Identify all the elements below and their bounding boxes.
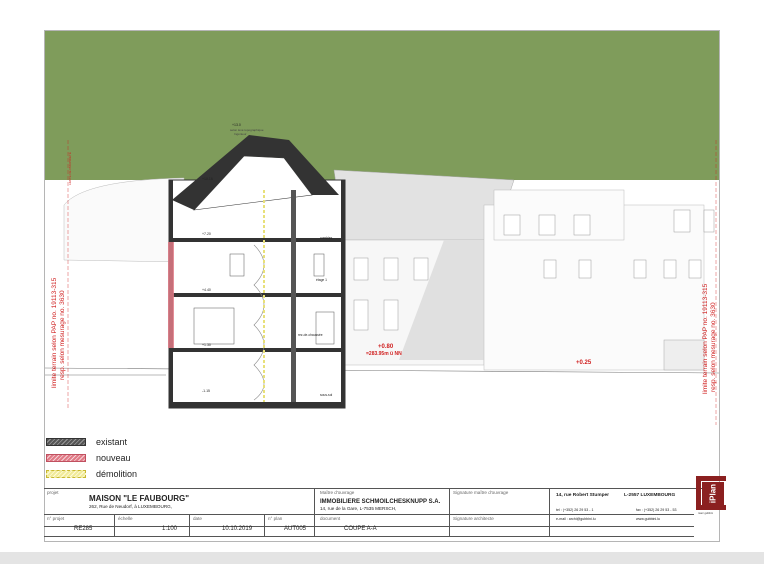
projet-title: MAISON "LE FAUBOURG": [89, 494, 190, 503]
legend-label: nouveau: [96, 453, 131, 463]
label-level-1: +10.16: [202, 177, 213, 181]
label-level-4: +1.30: [202, 343, 211, 347]
no-plan-value: AUT005: [284, 526, 307, 532]
legend-item-existant: existant: [46, 436, 246, 448]
label-limit-tag: LIMITE DE PROPRIÉTÉ: [67, 152, 72, 185]
logo-text: iPlan: [708, 483, 718, 504]
garage-door: [663, 339, 705, 371]
architect-phone: tel : (+352) 26 29 53 - 1: [556, 508, 594, 512]
label-ground-level: +0.80: [378, 344, 394, 350]
no-projet-value: RE285: [74, 526, 93, 532]
date-label: date: [193, 516, 202, 521]
legend-swatch: [46, 454, 86, 462]
projet-label: projet: [47, 490, 59, 495]
label-level-5: -1.15: [202, 389, 210, 393]
label-room-3: rez-de-chaussée: [298, 333, 323, 337]
bottom-strip: [0, 552, 764, 564]
echelle-value: 1:100: [162, 526, 178, 532]
left-building-roof: [63, 177, 185, 263]
architect-city: L-2557 LUXEMBOURG: [624, 493, 676, 498]
date-value: 10.10.2019: [222, 526, 253, 532]
label-limit-right: limite terrain selon PAP no. 19113-315: [702, 283, 709, 394]
legend-swatch: [46, 438, 86, 446]
label-room-4: sous-sol: [320, 393, 333, 397]
architect-logo: iPlan marc gubbini: [696, 476, 730, 518]
maitre-label: Maître d'ouvrage: [320, 490, 355, 495]
label-ridge: +13.0: [232, 123, 241, 127]
maitre-address: 14, rue de la Gare, L-7535 MERSCH,: [320, 506, 397, 511]
label-room-1: combles: [320, 236, 333, 240]
label-level-3: +4.40: [202, 288, 211, 292]
label-ridge-sub2: Ingénieur: [234, 132, 247, 136]
legend-label: démolition: [96, 469, 138, 479]
maitre-name: IMMOBILIERE SCHMOILCHESKNUPP S.A.: [320, 499, 441, 505]
label-limit-left-2: resp. selon mesurage no. 3630: [59, 290, 66, 380]
background-green: [45, 31, 719, 180]
document-label: document: [320, 516, 341, 521]
label-nn-level: =283.95m ü NN: [366, 351, 402, 357]
echelle-label: échelle: [118, 516, 133, 521]
legend-label: existant: [96, 437, 128, 447]
legend-item-demolition: démolition: [46, 468, 246, 480]
document-value: COUPE A-A: [344, 526, 377, 532]
no-projet-label: n° projet: [47, 516, 65, 521]
section-drawing: +13.0 selon levé topographique Ingénieur…: [44, 31, 720, 425]
architect-email[interactable]: e-mail : archi@gubbini.lu: [556, 517, 596, 522]
architect-street: 14, rue Robert Stumper: [556, 493, 610, 498]
logo-subtitle: marc gubbini: [698, 512, 713, 515]
legend-item-nouveau: nouveau: [46, 452, 246, 464]
label-right-level: +0.25: [576, 360, 592, 366]
label-level-2: +7.20: [202, 232, 211, 236]
label-room-2: étage 1: [316, 278, 327, 282]
legend-swatch: [46, 470, 86, 478]
signature-maitre-label: Signature maître d'ouvrage: [453, 490, 509, 495]
signature-architecte-label: Signature architecte: [453, 516, 494, 521]
title-block: projet MAISON "LE FAUBOURG" 262, Rue de …: [44, 476, 726, 542]
projet-address: 262, Rue de Neudorf, à LUXEMBOURG,: [89, 504, 172, 509]
architect-fax: fax : (+352) 26 29 53 - 53: [636, 508, 677, 512]
architect-website[interactable]: www.gubbini.lu: [636, 517, 660, 522]
no-plan-label: n° plan: [268, 516, 283, 521]
label-limit-left: limite terrain selon PAP no. 19113-315: [51, 277, 58, 388]
